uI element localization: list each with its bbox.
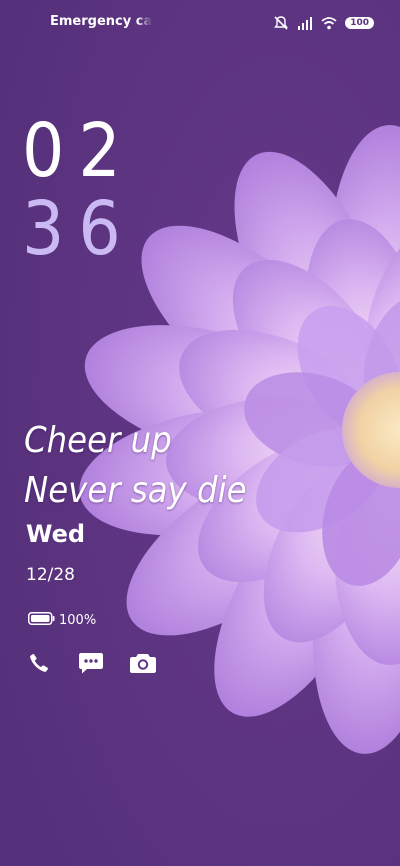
date-label: 12/28 <box>26 565 75 585</box>
wifi-icon <box>321 16 337 30</box>
message-shortcut[interactable] <box>76 648 106 678</box>
quote-line-2: Never say die <box>24 470 247 511</box>
clock-hours: 02 <box>22 108 135 194</box>
battery-icon <box>28 612 55 629</box>
phone-shortcut[interactable] <box>24 648 54 678</box>
weekday-label: Wed <box>26 520 86 548</box>
lockscreen-shortcuts <box>24 648 158 678</box>
mute-icon <box>273 15 289 31</box>
clock-minutes: 36 <box>22 186 135 272</box>
status-bar: Emergency calls only 100 <box>0 0 400 46</box>
quote-line-1: Cheer up <box>24 420 172 461</box>
battery-indicator: 100% <box>28 612 96 629</box>
message-icon <box>79 653 103 674</box>
status-icons: 100 <box>273 12 374 34</box>
lock-clock: 02 36 <box>22 112 135 268</box>
battery-status-icon: 100 <box>345 17 374 29</box>
phone-icon <box>30 653 48 672</box>
camera-icon <box>130 654 156 673</box>
lockscreen-quote: Cheer up Never say die <box>24 416 247 516</box>
camera-shortcut[interactable] <box>128 648 158 678</box>
signal-icon <box>297 16 313 30</box>
carrier-text: Emergency calls only <box>50 14 152 29</box>
battery-percent: 100% <box>59 613 97 628</box>
